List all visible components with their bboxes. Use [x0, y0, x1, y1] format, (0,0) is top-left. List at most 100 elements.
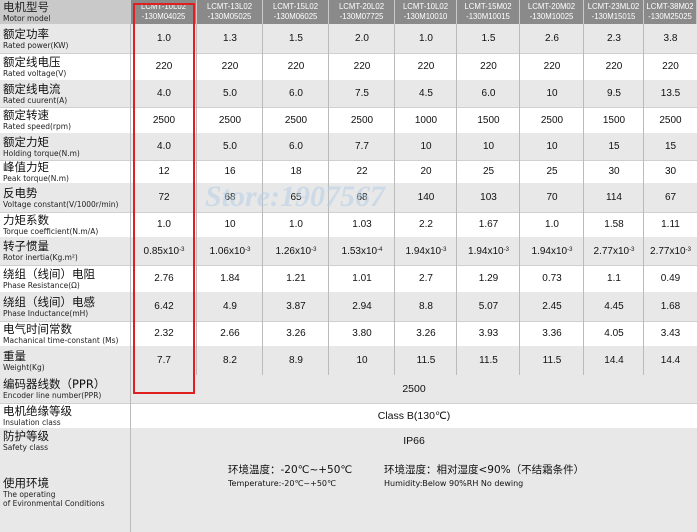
- spec-value: 2.0: [355, 33, 369, 44]
- span-value: Class B(130℃): [377, 409, 451, 422]
- spec-value: 8.9: [289, 355, 303, 366]
- model-header-9: LCMT-38M02 -130M25025: [644, 0, 696, 24]
- spec-value: 8.8: [419, 301, 433, 312]
- spec-value: 220: [480, 61, 497, 72]
- spec-value: 14.4: [604, 355, 624, 366]
- spec-value: 25: [482, 166, 495, 177]
- humidity-block: 环境湿度：相对湿度<90%（不结霜条件） Humidity:Below 90%RH…: [384, 463, 584, 490]
- spec-label-en: Holding torque(N.m): [3, 148, 80, 158]
- column-divider: [456, 24, 457, 375]
- spec-value: 8.2: [223, 355, 237, 366]
- spec-value: 1.5: [481, 33, 496, 44]
- spec-value: 5.0: [223, 88, 237, 99]
- spec-value: 14.4: [660, 355, 681, 366]
- spec-value: 10: [482, 141, 495, 152]
- model-header-4: LCMT-20L02 -130M07725: [329, 0, 394, 24]
- spec-label-en: Rated cuurent(A): [3, 95, 68, 105]
- spec-value: 1.94x10 -3: [395, 237, 457, 265]
- spec-label-zh: 额定功率: [3, 26, 49, 41]
- model-header-8: LCMT-23ML02 -130M15015: [584, 0, 643, 24]
- column-divider: [519, 24, 520, 375]
- span-label-zh: 编码器线数（PPR）: [3, 377, 106, 391]
- span-label-zh: 防护等级: [3, 428, 49, 443]
- spec-value: 2500: [350, 114, 374, 126]
- value-exponent: -3: [245, 247, 251, 253]
- spec-value: 1.0: [419, 33, 433, 44]
- spec-value: 2.7: [419, 273, 433, 284]
- header-label-en: Motor model: [3, 14, 51, 23]
- highlight-box: [133, 3, 195, 394]
- spec-row: 重量 Weight(Kg) 7.7 8.2 8.9 10 11.5 11.5 11.5 14.4 1…: [0, 346, 697, 375]
- spec-value: 1.94x10 -3: [520, 237, 584, 265]
- spec-value: 1.01: [352, 273, 372, 284]
- temperature-zh: 环境温度：-20℃~+50℃: [228, 464, 353, 476]
- spec-value: 220: [605, 61, 623, 72]
- model-header-5: LCMT-10L02 -130M10010: [395, 0, 456, 24]
- spec-value: 9.5: [607, 88, 621, 99]
- spec-row: 绕组（线间）电感 Phase Inductance(mH) 6.42 4.9 3.87 2…: [0, 292, 697, 321]
- spec-value: 2.66: [220, 328, 240, 339]
- spec-value: 70: [546, 192, 558, 203]
- spec-row: 额定线电压 Rated voltage(V) 220 220 220 220 220 220 2…: [0, 53, 697, 80]
- value-base: 2.77x10: [650, 245, 686, 257]
- temperature-en: Temperature:-20℃~+50℃: [228, 479, 336, 488]
- spec-value: 1000: [414, 114, 438, 126]
- column-divider: [130, 24, 131, 532]
- environment-label: 使用环境 The operating of Evironmental Conditi…: [3, 453, 130, 532]
- spec-value: 1.29: [478, 273, 499, 284]
- spec-value: 3.26: [416, 328, 436, 339]
- spec-label-en: Rotor inertia(Kg.m²): [3, 253, 78, 262]
- span-row: 电机绝缘等级 Insulation class Class B(130℃): [0, 403, 697, 428]
- spec-label-zh: 反电势: [3, 185, 38, 200]
- spec-value: 220: [417, 61, 435, 72]
- spec-value: 1.1: [607, 273, 621, 284]
- spec-value: 2.6: [545, 33, 559, 44]
- spec-label-en: Torque coefficient(N.m/A): [3, 226, 99, 236]
- span-label-zh: 电机绝缘等级: [3, 403, 72, 418]
- spec-value: 2.94: [352, 301, 372, 312]
- spec-label-zh: 绕组（线间）电阻: [3, 266, 95, 281]
- model-header-3: LCMT-15L02 -130M06025: [263, 0, 328, 24]
- span-label-en: Safety class: [3, 442, 48, 452]
- spec-value: 220: [353, 61, 371, 72]
- spec-value: 30: [608, 166, 620, 177]
- spec-label-en: Phase Inductance(mH): [3, 308, 89, 318]
- spec-value: 5.07: [478, 301, 499, 312]
- spec-row: 绕组（线间）电阻 Phase Resistance(Ω) 2.76 1.84 1.21 1…: [0, 265, 697, 292]
- spec-value: 2.77x10 -3: [584, 237, 644, 265]
- environment-label-en1: The operating: [3, 490, 56, 499]
- header-label-zh: 电机型号: [3, 0, 49, 14]
- spec-label: 反电势 Voltage constant(V/1000r/min): [3, 183, 130, 212]
- spec-value: 1.53x10 -4: [329, 237, 395, 265]
- value-base: 1.53x10: [341, 245, 378, 257]
- value-exponent: -3: [441, 247, 447, 253]
- spec-label-zh: 力矩系数: [3, 212, 49, 227]
- model-name-line1: LCMT-23ML02: [587, 2, 640, 11]
- environment-label-zh: 使用环境: [3, 476, 49, 490]
- value-exponent: -4: [377, 247, 383, 253]
- humidity-en: Humidity:Below 90%RH No dewing: [384, 479, 524, 488]
- spec-value: 0.73: [542, 273, 562, 284]
- spec-label-en: Machanical time-constant (Ms): [3, 335, 119, 345]
- spec-label: 峰值力矩 Peak torque(N.m): [3, 160, 130, 183]
- model-name-line1: LCMT-15M02: [464, 2, 512, 11]
- spec-value: 1.5: [289, 33, 303, 44]
- model-name-line1: LCMT-13L02: [206, 2, 253, 11]
- motor-spec-table: 电机型号 Motor model LCMT-10L02 -130M04025 LCMT-…: [0, 0, 697, 532]
- value-base: 2.77x10: [593, 245, 630, 257]
- value-exponent: -3: [685, 247, 691, 253]
- model-name-line1: LCMT-20L02: [338, 2, 385, 11]
- temperature-block: 环境温度：-20℃~+50℃ Temperature:-20℃~+50℃: [228, 463, 352, 490]
- spec-value: 1.03: [352, 219, 372, 230]
- spec-value: 114: [606, 192, 622, 203]
- spec-label: 重量 Weight(Kg): [3, 346, 130, 375]
- span-label: 编码器线数（PPR） Encoder line number(PPR): [3, 375, 130, 403]
- spec-value: 7.7: [355, 141, 369, 152]
- spec-label: 电气时间常数 Machanical time-constant (Ms): [3, 321, 130, 346]
- span-value: 2500: [402, 383, 426, 395]
- value-exponent: -3: [567, 247, 573, 253]
- spec-value: 3.93: [478, 328, 499, 339]
- model-name-line1: LCMT-20M02: [527, 2, 576, 11]
- spec-label-en: Peak torque(N.m): [3, 173, 69, 183]
- spec-value: 11.5: [542, 355, 562, 366]
